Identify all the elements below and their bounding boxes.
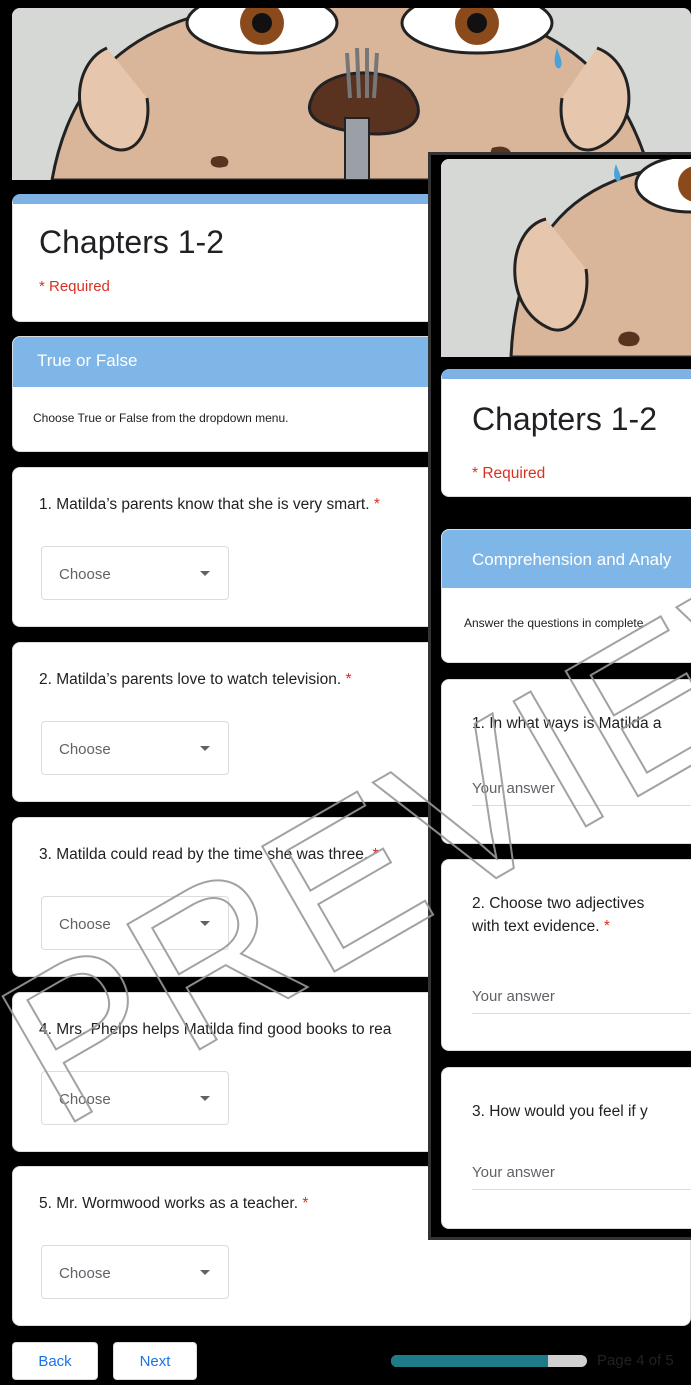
page-indicator: Page 4 of 5 [597,1352,674,1369]
cartoon-face-illustration [441,159,691,357]
required-note: * Required [472,465,546,482]
question-text: 3. Matilda could read by the time she wa… [39,846,379,863]
form-title-card: Chapters 1-2 * Required [441,369,691,497]
caret-down-icon [200,1270,210,1275]
header-banner-image [441,159,691,357]
caret-down-icon [200,746,210,751]
caret-down-icon [200,571,210,576]
progress-bar [391,1355,587,1367]
next-button[interactable]: Next [113,1342,197,1380]
overlay-form-preview: Chapters 1-2 * Required Comprehension an… [428,152,691,1240]
answer-dropdown-2[interactable]: Choose [41,721,229,775]
progress-bar-fill [391,1355,548,1367]
question-text: 2. Matilda’s parents love to watch telev… [39,671,352,688]
required-star: * [603,918,610,935]
question-text: 3. How would you feel if y [472,1103,648,1120]
question-card-2: 2. Choose two adjectives with text evide… [441,859,691,1051]
question-text: 2. Choose two adjectives with text evide… [472,895,645,935]
answer-dropdown-4[interactable]: Choose [41,1071,229,1125]
caret-down-icon [200,1096,210,1101]
dropdown-label: Choose [59,1091,111,1108]
answer-input-3[interactable]: Your answer [472,1164,691,1190]
answer-dropdown-3[interactable]: Choose [41,896,229,950]
dropdown-label: Choose [59,1265,111,1282]
dropdown-label: Choose [59,741,111,758]
question-text: 4. Mrs. Phelps helps Matilda find good b… [39,1021,392,1038]
required-star: * [345,671,352,688]
dropdown-label: Choose [59,566,111,583]
answer-input-1[interactable]: Your answer [472,780,691,806]
answer-dropdown-5[interactable]: Choose [41,1245,229,1299]
question-text: 5. Mr. Wormwood works as a teacher. * [39,1195,309,1212]
question-card-1: 1. In what ways is Matilda a Your answer [441,679,691,844]
section-card: Comprehension and Analy Answer the quest… [441,529,691,663]
required-star: * [373,496,380,513]
required-star: * [372,846,379,863]
page-title: Chapters 1-2 [472,401,657,437]
section-header: Comprehension and Analy [442,530,691,588]
answer-dropdown-1[interactable]: Choose [41,546,229,600]
question-text: 1. In what ways is Matilda a [472,715,662,732]
answer-input-2[interactable]: Your answer [472,988,691,1014]
back-button[interactable]: Back [12,1342,98,1380]
dropdown-label: Choose [59,916,111,933]
section-description: Answer the questions in complete [464,616,644,630]
caret-down-icon [200,921,210,926]
required-star: * [302,1195,309,1212]
question-text: 1. Matilda’s parents know that she is ve… [39,496,380,513]
page-title: Chapters 1-2 [39,224,224,260]
question-card-3: 3. How would you feel if y Your answer [441,1067,691,1229]
required-note: * Required [39,278,110,295]
